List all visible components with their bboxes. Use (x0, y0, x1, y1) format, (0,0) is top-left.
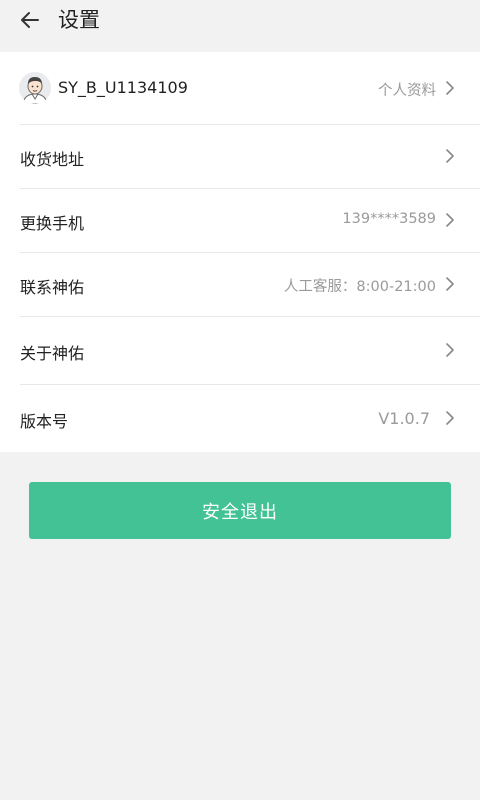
version-number: V1.0.7 (378, 409, 430, 428)
chevron-right-icon (446, 213, 454, 227)
top-bar: 设置 (0, 0, 480, 52)
chevron-right-icon (446, 343, 454, 357)
phone-number: 139****3589 (342, 211, 436, 227)
contact-label: 联系神佑 (20, 278, 85, 297)
settings-list: SY_B_U1134109 个人资料 收货地址 更换手机 139****3589 (0, 52, 480, 452)
about-label: 关于神佑 (20, 344, 85, 363)
back-button[interactable] (12, 4, 48, 36)
menu-item-about[interactable]: 关于神佑 (0, 317, 480, 384)
version-label: 版本号 (20, 412, 69, 431)
chevron-right-icon (446, 81, 454, 95)
avatar (19, 72, 51, 104)
menu-item-contact[interactable]: 联系神佑 人工客服：8:00-21:00 (0, 253, 480, 316)
service-hours: 人工客服：8:00-21:00 (283, 279, 436, 295)
settings-page: 设置 SY_B_U1134109 个人资料 收货地址 更换手机 139****3… (0, 0, 480, 800)
address-label: 收货地址 (20, 150, 85, 169)
arrow-left-icon (21, 12, 39, 28)
profile-row[interactable]: SY_B_U1134109 个人资料 (0, 52, 480, 124)
avatar-icon (19, 72, 51, 104)
chevron-right-icon (446, 277, 454, 291)
profile-action-label: 个人资料 (378, 83, 436, 99)
change-phone-label: 更换手机 (20, 214, 85, 233)
menu-item-address[interactable]: 收货地址 (0, 125, 480, 188)
menu-item-version[interactable]: 版本号 V1.0.7 (0, 385, 480, 452)
chevron-right-icon (446, 411, 454, 425)
chevron-right-icon (446, 149, 454, 163)
username: SY_B_U1134109 (58, 78, 188, 97)
page-title: 设置 (58, 8, 100, 32)
logout-button[interactable]: 安全退出 (29, 482, 451, 539)
menu-item-change-phone[interactable]: 更换手机 139****3589 (0, 189, 480, 252)
